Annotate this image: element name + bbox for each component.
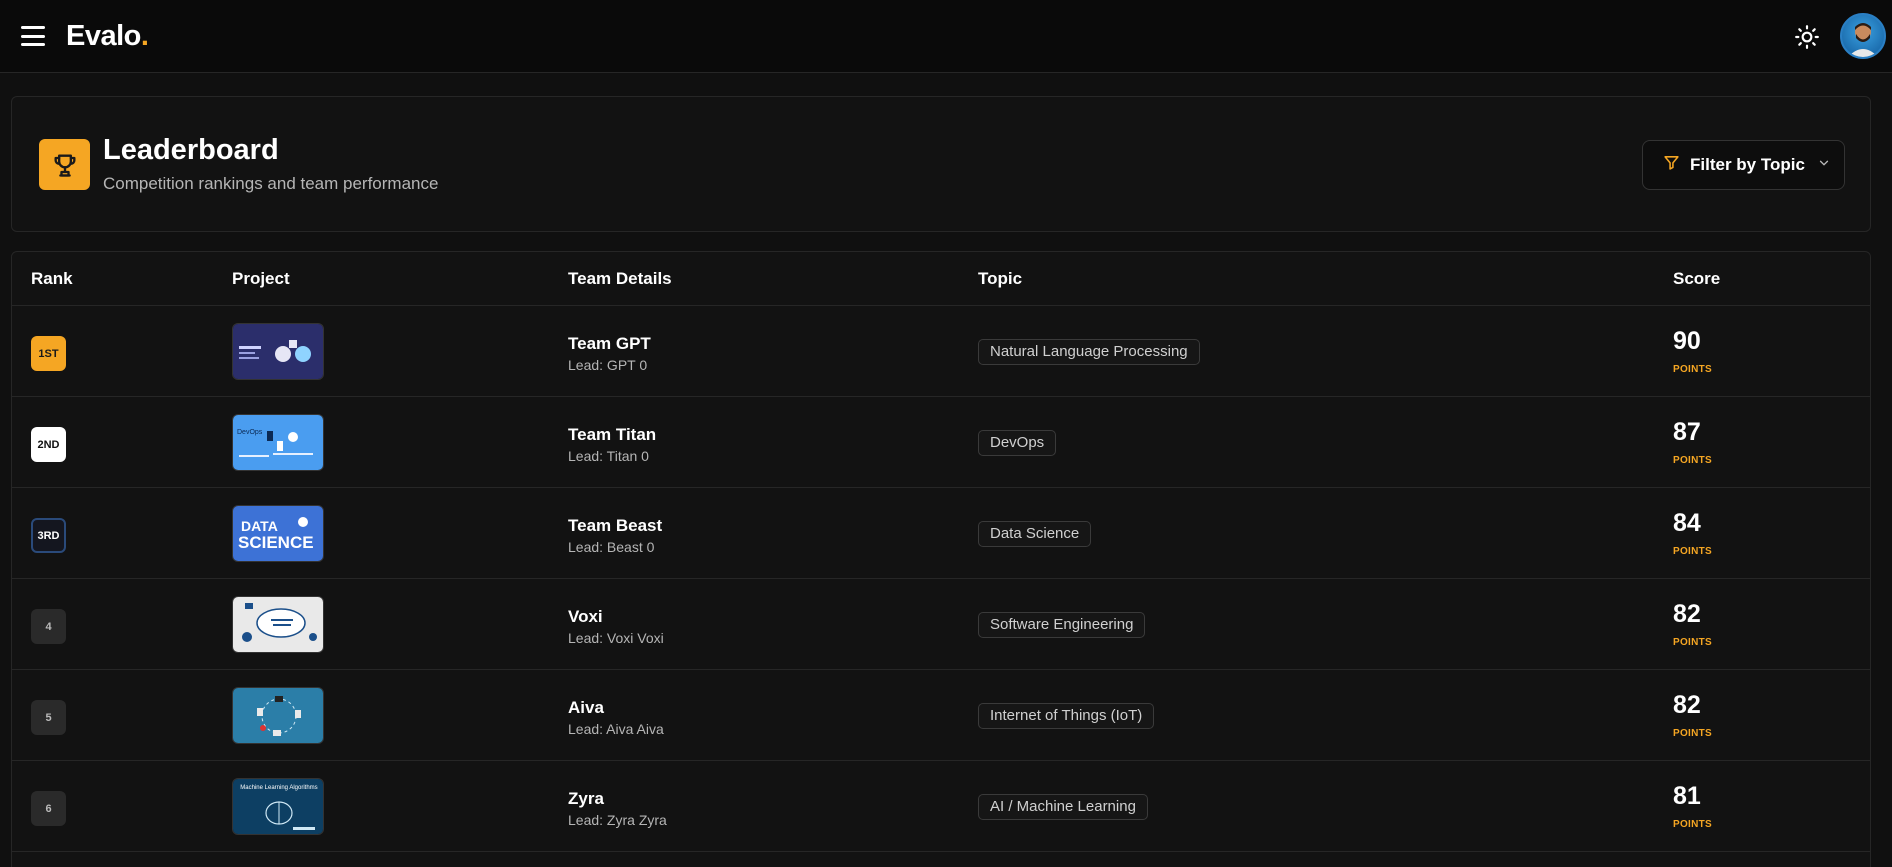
points-label: POINTS <box>1673 819 1713 830</box>
project-thumbnail[interactable]: DATA SCIENCE <box>232 505 324 562</box>
project-thumbnail[interactable] <box>232 323 324 380</box>
team-lead: Lead: GPT 0 <box>568 357 648 373</box>
topic-badge: AI / Machine Learning <box>978 794 1148 820</box>
thumbnail-caption: Machine Learning Algorithms <box>240 785 317 791</box>
team-lead: Lead: Zyra Zyra <box>568 812 667 828</box>
points-label: POINTS <box>1673 455 1713 466</box>
project-thumbnail[interactable]: Machine Learning Algorithms <box>232 778 324 835</box>
chevron-down-icon <box>1817 156 1831 175</box>
table-row[interactable]: 6 Machine Learning Algorithms Zyra Lead:… <box>12 761 1870 852</box>
table-row[interactable]: 1ST Team GPT Lead: GPT 0 Natural Languag… <box>12 306 1870 397</box>
score-value: 82 <box>1673 691 1701 719</box>
rank-badge: 4 <box>31 609 66 644</box>
team-name: Voxi <box>568 607 603 626</box>
team-name: Zyra <box>568 789 604 808</box>
team-lead: Lead: Beast 0 <box>568 539 655 555</box>
project-thumbnail[interactable]: DevOps <box>232 414 324 471</box>
team-lead: Lead: Voxi Voxi <box>568 630 664 646</box>
trophy-icon <box>39 139 90 190</box>
rank-badge: 6 <box>31 791 66 826</box>
table-row[interactable]: 5 Aiva Lead: Aiva Aiva Internet of Thing… <box>12 670 1870 761</box>
filter-by-topic-button[interactable]: Filter by Topic <box>1642 140 1845 190</box>
points-label: POINTS <box>1673 364 1713 375</box>
page-title: Leaderboard <box>103 134 279 166</box>
rank-badge: 1ST <box>31 336 66 371</box>
app-logo[interactable]: Evalo. <box>66 20 149 53</box>
column-project: Project <box>232 269 290 288</box>
score-value: 90 <box>1673 327 1701 355</box>
column-score: Score <box>1673 269 1721 288</box>
topic-badge: DevOps <box>978 430 1057 456</box>
team-name: Team GPT <box>568 334 651 353</box>
project-thumbnail[interactable] <box>232 687 324 744</box>
filter-icon <box>1663 154 1680 176</box>
team-lead: Lead: Aiva Aiva <box>568 721 664 737</box>
leaderboard-header: Leaderboard Competition rankings and tea… <box>11 96 1871 232</box>
score-value: 81 <box>1673 782 1701 810</box>
thumbnail-caption: DATA <box>241 518 278 534</box>
leaderboard-table: Rank Project Team Details Topic Score 1S… <box>11 251 1871 867</box>
logo-dot: . <box>140 20 149 52</box>
score-value: 87 <box>1673 418 1701 446</box>
filter-label: Filter by Topic <box>1690 155 1805 174</box>
rank-badge: 2ND <box>31 427 66 462</box>
table-row[interactable]: 2ND DevOps Team Titan Lead: Titan 0 DevO… <box>12 397 1870 488</box>
column-team-details: Team Details <box>568 269 672 288</box>
topic-badge: Data Science <box>978 521 1092 547</box>
project-thumbnail[interactable] <box>232 596 324 653</box>
topic-badge: Internet of Things (IoT) <box>978 703 1155 729</box>
rank-badge: 5 <box>31 700 66 735</box>
sun-icon[interactable] <box>1794 24 1820 50</box>
page-subtitle: Competition rankings and team performanc… <box>103 174 439 193</box>
score-value: 82 <box>1673 600 1701 628</box>
topic-badge: Software Engineering <box>978 612 1146 638</box>
column-topic: Topic <box>978 269 1023 288</box>
thumbnail-caption: DevOps <box>237 429 263 436</box>
team-lead: Lead: Titan 0 <box>568 448 649 464</box>
points-label: POINTS <box>1673 637 1713 648</box>
rank-badge: 3RD <box>31 518 66 553</box>
logo-text: Evalo <box>66 20 141 52</box>
top-bar: Evalo. <box>0 0 1892 73</box>
team-name: Aiva <box>568 698 604 717</box>
points-label: POINTS <box>1673 546 1713 557</box>
table-row[interactable]: 3RD DATA SCIENCE Team Beast Lead: Beast … <box>12 488 1870 579</box>
column-rank: Rank <box>31 269 73 288</box>
score-value: 84 <box>1673 509 1701 537</box>
team-name: Team Beast <box>568 516 663 535</box>
team-name: Team Titan <box>568 425 657 444</box>
table-row[interactable]: 4 Voxi Lead: Voxi Voxi Software Engineer… <box>12 579 1870 670</box>
points-label: POINTS <box>1673 728 1713 739</box>
table-header: Rank Project Team Details Topic Score <box>12 252 1870 306</box>
thumbnail-caption: SCIENCE <box>238 533 314 552</box>
topic-badge: Natural Language Processing <box>978 339 1200 365</box>
menu-icon[interactable] <box>21 26 45 46</box>
avatar[interactable] <box>1840 13 1886 59</box>
